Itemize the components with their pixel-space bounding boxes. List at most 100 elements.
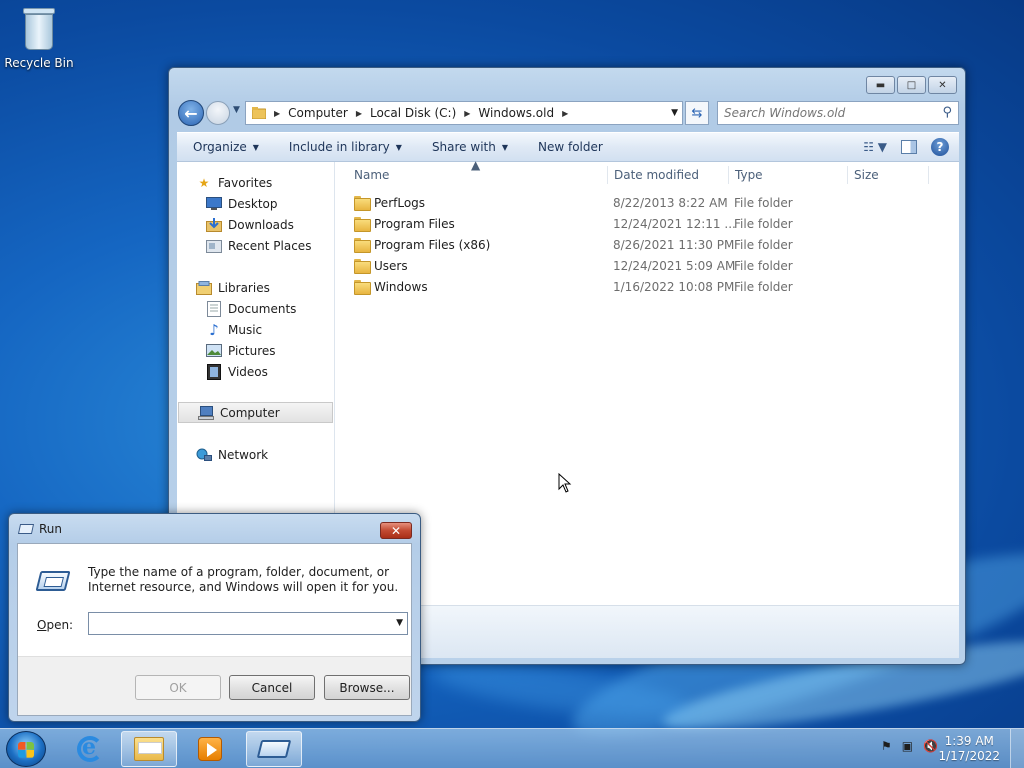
file-name: PerfLogs — [374, 196, 426, 210]
browse-button[interactable]: Browse... — [324, 675, 410, 700]
network-status-icon[interactable]: ▣ — [902, 739, 913, 753]
include-in-library-menu[interactable]: Include in library ▼ — [289, 140, 402, 154]
cancel-button[interactable]: Cancel — [229, 675, 315, 700]
volume-muted-icon[interactable]: 🔇 — [923, 739, 938, 753]
breadcrumb-windows-old[interactable]: Windows.old ▶ — [478, 106, 576, 120]
maximize-button[interactable]: □ — [897, 76, 926, 94]
close-button[interactable]: ✕ — [928, 76, 957, 94]
column-divider[interactable] — [928, 166, 929, 184]
file-row[interactable]: Program Files 12/24/2021 12:11 ... File … — [335, 214, 935, 235]
file-type: File folder — [734, 238, 793, 252]
windows-explorer-icon — [134, 737, 164, 761]
open-label: Open: — [37, 618, 74, 632]
taskbar: ⚑ ▣ 🔇 1:39 AM 1/17/2022 — [0, 728, 1024, 768]
new-folder-button[interactable]: New folder — [538, 140, 603, 154]
ok-button[interactable]: OK — [135, 675, 221, 700]
sort-arrow-icon: ▲ — [471, 158, 481, 172]
system-clock[interactable]: 1:39 AM 1/17/2022 — [938, 734, 1000, 764]
file-row[interactable]: Program Files (x86) 8/26/2021 11:30 PM F… — [335, 235, 935, 256]
recent-places-icon — [206, 238, 222, 254]
column-header-date-modified[interactable]: Date modified — [614, 168, 699, 182]
change-view-icon[interactable]: ☷ ▼ — [863, 140, 887, 154]
back-arrow-icon: ← — [184, 103, 198, 123]
run-dialog-content: Type the name of a program, folder, docu… — [18, 544, 411, 657]
recent-pages-dropdown[interactable]: ▼ — [233, 105, 240, 115]
sidebar-item-recent-places[interactable]: Recent Places — [177, 235, 335, 256]
file-row[interactable]: Windows 1/16/2022 10:08 PM File folder — [335, 277, 935, 298]
column-divider[interactable] — [728, 166, 729, 184]
taskbar-media-player[interactable] — [182, 731, 238, 767]
open-combobox[interactable]: ▼ — [88, 612, 408, 635]
file-type: File folder — [734, 196, 793, 210]
search-input[interactable] — [724, 106, 934, 120]
sidebar-item-favorites[interactable]: ★ Favorites — [177, 172, 335, 193]
file-name: Program Files (x86) — [374, 238, 491, 252]
sidebar-item-computer[interactable]: Computer — [178, 402, 333, 423]
sidebar-item-pictures[interactable]: Pictures — [177, 340, 335, 361]
chevron-down-icon[interactable]: ▼ — [396, 618, 403, 628]
taskbar-windows-explorer[interactable] — [121, 731, 177, 767]
breadcrumb-computer[interactable]: Computer ▶ — [288, 106, 370, 120]
column-headers: ▲ Name Date modified Type Size — [335, 158, 959, 188]
view-controls: ☷ ▼ ? — [863, 138, 949, 156]
computer-icon — [198, 405, 214, 421]
run-dialog-body: Type the name of a program, folder, docu… — [17, 543, 412, 716]
taskbar-run[interactable] — [246, 731, 302, 767]
desktop-icon — [206, 196, 222, 212]
column-header-size[interactable]: Size — [854, 168, 879, 182]
folder-icon — [354, 280, 371, 295]
sidebar-item-downloads[interactable]: Downloads — [177, 214, 335, 235]
preview-pane-icon[interactable] — [901, 140, 917, 154]
sidebar-item-network[interactable]: Network — [177, 444, 335, 465]
taskbar-internet-explorer[interactable] — [62, 731, 118, 767]
videos-icon — [206, 363, 222, 380]
run-dialog: Run ✕ Type the name of a program, folder… — [8, 513, 421, 722]
file-row[interactable]: PerfLogs 8/22/2013 8:22 AM File folder — [335, 193, 935, 214]
refresh-button[interactable]: ⇆ — [685, 101, 709, 125]
recycle-bin-icon — [21, 8, 57, 52]
sidebar-item-desktop[interactable]: Desktop — [177, 193, 335, 214]
back-button[interactable]: ← — [178, 100, 204, 126]
sidebar-item-libraries[interactable]: Libraries — [177, 277, 335, 298]
address-dropdown[interactable]: ▼ — [671, 108, 678, 118]
window-controls: ▬ □ ✕ — [866, 76, 957, 94]
organize-menu[interactable]: Organize ▼ — [193, 140, 259, 154]
run-icon — [17, 524, 35, 534]
run-close-button[interactable]: ✕ — [380, 522, 412, 539]
search-box[interactable]: ⚲ — [717, 101, 959, 125]
minimize-button[interactable]: ▬ — [866, 76, 895, 94]
desktop-icon-label: Recycle Bin — [4, 56, 74, 70]
music-icon: ♪ — [209, 320, 219, 339]
column-header-type[interactable]: Type — [735, 168, 763, 182]
run-program-icon — [35, 571, 71, 591]
sidebar-item-music[interactable]: ♪ Music — [177, 319, 335, 340]
file-type: File folder — [734, 217, 793, 231]
sidebar-item-videos[interactable]: Videos — [177, 361, 335, 382]
folder-icon: ▶ — [252, 107, 288, 119]
file-name: Users — [374, 259, 408, 273]
run-description: Type the name of a program, folder, docu… — [88, 565, 399, 594]
file-list: ▲ Name Date modified Type Size PerfLogs … — [335, 158, 959, 605]
folder-icon — [354, 217, 371, 232]
internet-explorer-icon — [77, 734, 103, 762]
media-player-icon — [198, 737, 222, 761]
file-name: Windows — [374, 280, 428, 294]
breadcrumb-local-disk[interactable]: Local Disk (C:) ▶ — [370, 106, 478, 120]
forward-button[interactable] — [206, 101, 230, 125]
show-desktop-button[interactable] — [1010, 729, 1024, 768]
search-icon[interactable]: ⚲ — [942, 105, 952, 120]
libraries-icon — [196, 280, 212, 296]
help-icon[interactable]: ? — [931, 138, 949, 156]
start-button[interactable] — [6, 731, 46, 767]
action-center-flag-icon[interactable]: ⚑ — [881, 739, 892, 753]
share-with-menu[interactable]: Share with ▼ — [432, 140, 508, 154]
sidebar-item-documents[interactable]: Documents — [177, 298, 335, 319]
open-input[interactable] — [89, 613, 385, 634]
column-header-name[interactable]: Name — [354, 168, 389, 182]
column-divider[interactable] — [607, 166, 608, 184]
desktop-icon-recycle-bin[interactable]: Recycle Bin — [4, 8, 74, 70]
address-bar[interactable]: ▶ Computer ▶ Local Disk (C:) ▶ Windows.old… — [245, 101, 683, 125]
column-divider[interactable] — [847, 166, 848, 184]
file-row[interactable]: Users 12/24/2021 5:09 AM File folder — [335, 256, 935, 277]
command-bar: Organize ▼ Include in library ▼ Share with… — [177, 132, 959, 162]
